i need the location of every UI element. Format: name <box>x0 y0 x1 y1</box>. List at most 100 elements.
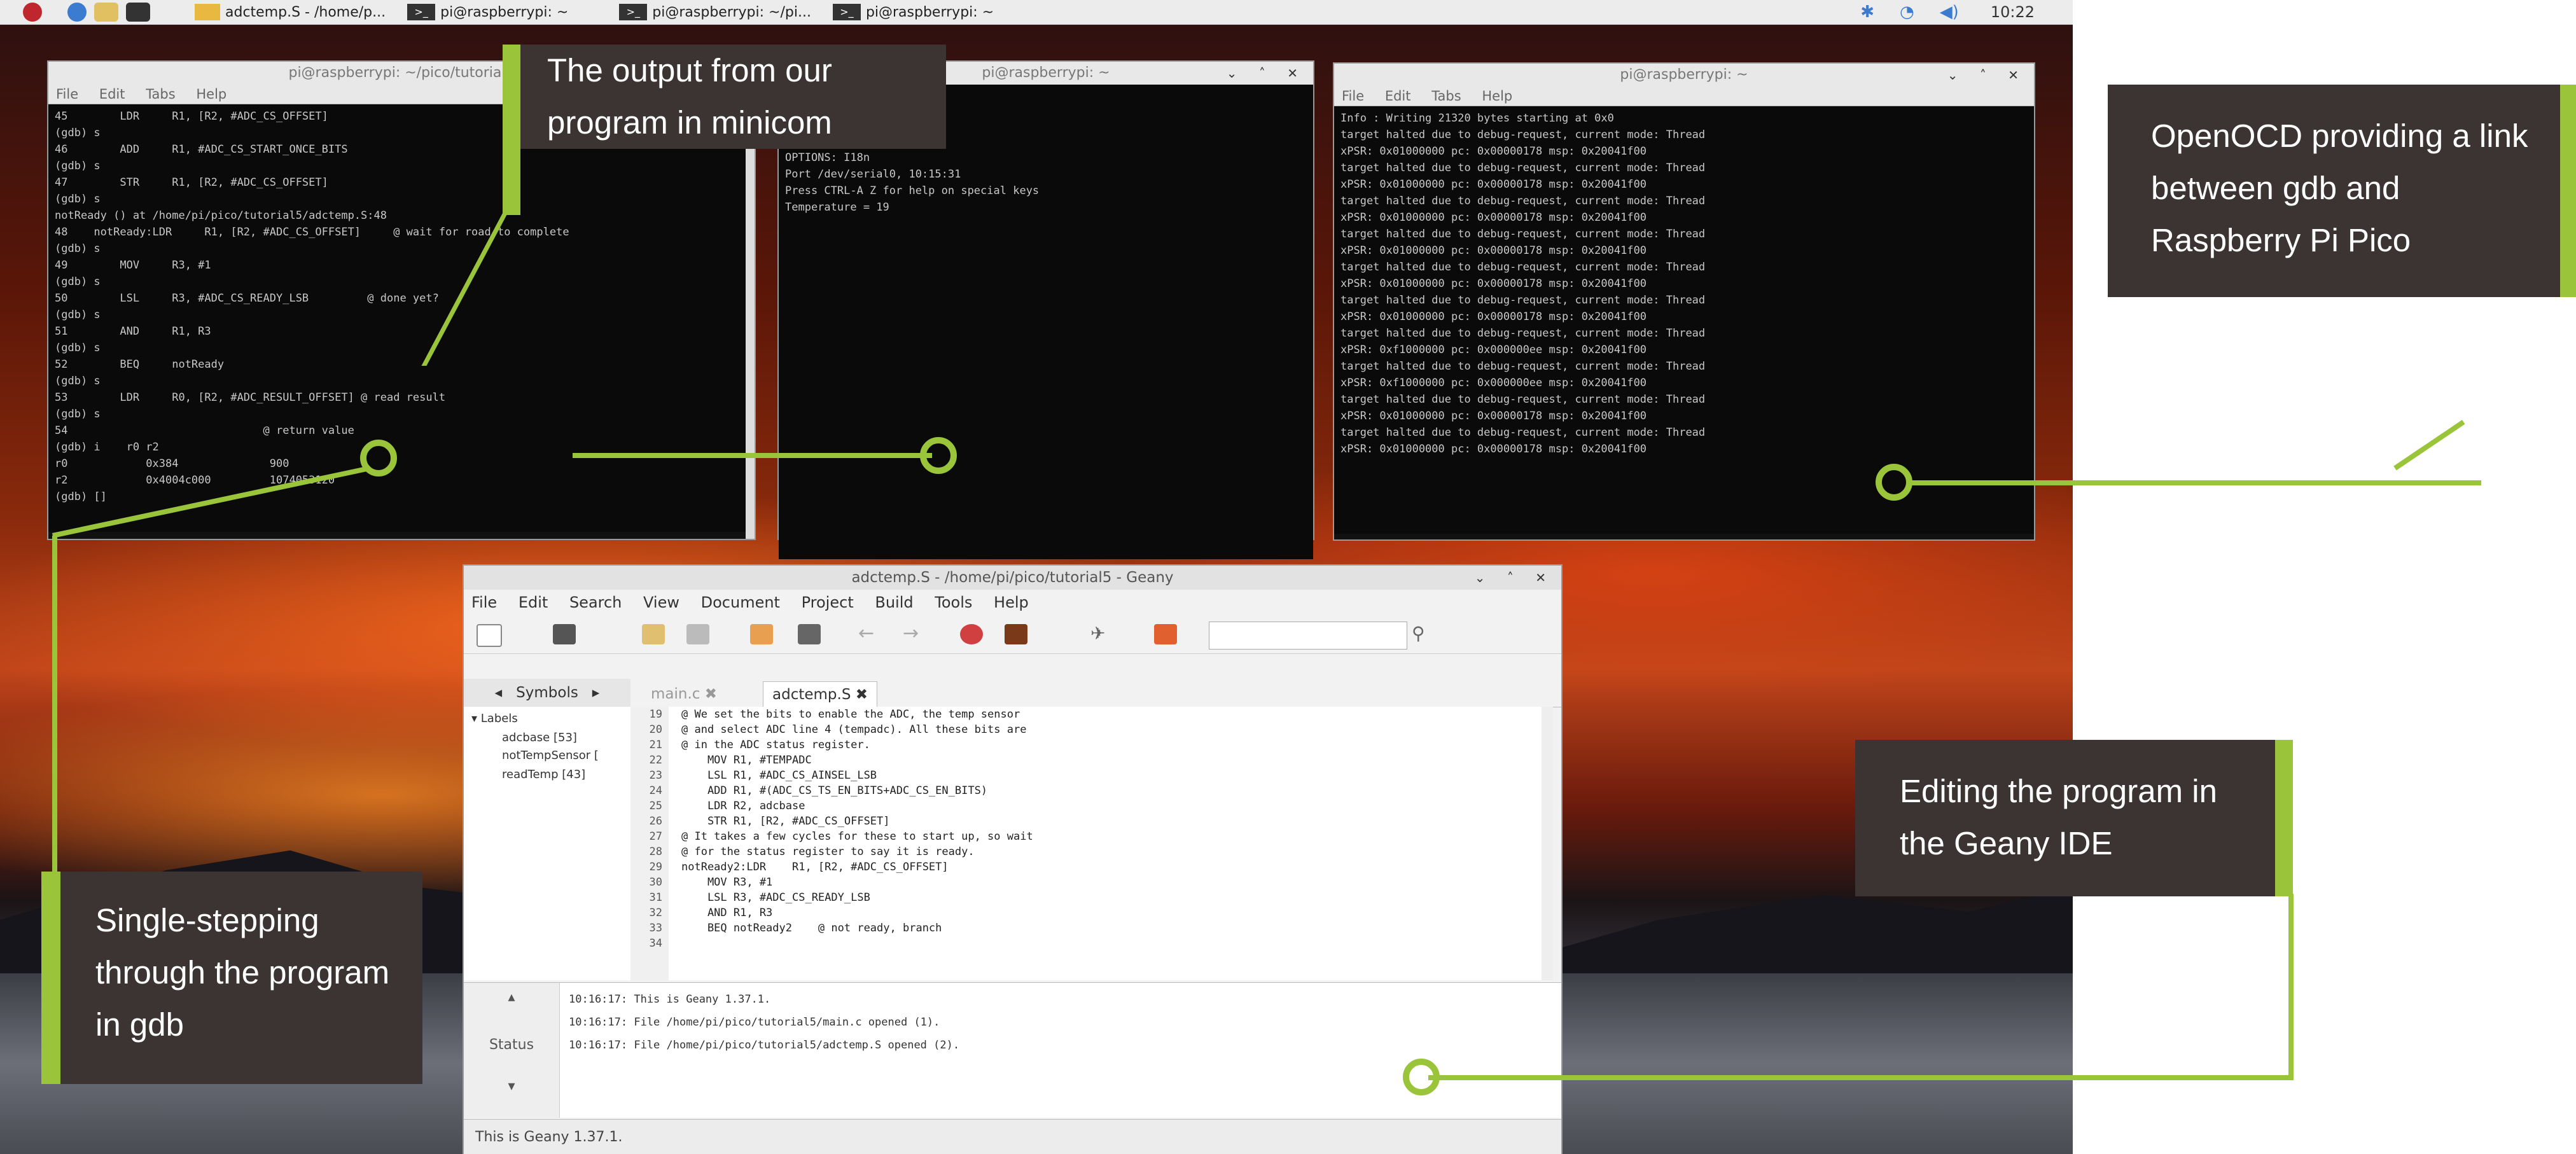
terminal-line: (gdb) s <box>55 309 101 321</box>
open-file-icon[interactable] <box>553 624 576 644</box>
menu-edit[interactable]: Edit <box>99 87 125 102</box>
code-line: @ and select ADC line 4 (tempadc). All t… <box>681 723 1027 736</box>
task-geany[interactable]: adctemp.S - /home/p... <box>188 3 392 22</box>
search-input[interactable] <box>1209 622 1407 650</box>
menu-project[interactable]: Project <box>802 594 854 611</box>
line-numbers: 19 20 21 22 23 24 25 26 27 28 29 30 31 32 33 34 <box>630 707 669 980</box>
code-text[interactable]: @ We set the bits to enable the ADC, the… <box>681 707 1534 980</box>
terminal-line: xPSR: 0x01000000 pc: 0x00000178 msp: 0x2… <box>1340 178 1647 191</box>
code-line: notReady2:LDR R1, [R2, #ADC_CS_OFFSET] <box>681 861 949 873</box>
terminal-line: 54 @ return value <box>55 424 354 437</box>
tab-main-c[interactable]: main.c ✖ <box>642 681 726 707</box>
line-number: 25 <box>649 800 662 812</box>
menu-edit[interactable]: Edit <box>519 594 548 611</box>
tree-item-labels[interactable]: ▾ Labels <box>471 712 518 725</box>
line-number: 28 <box>649 845 662 858</box>
raspberry-menu-icon[interactable] <box>23 3 42 22</box>
save-all-icon[interactable] <box>686 624 709 644</box>
terminal-line: (gdb) [] <box>55 490 107 503</box>
terminal-icon: >_ <box>832 4 861 20</box>
terminal-icon: >_ <box>619 4 648 20</box>
terminal-line: Info : Writing 21320 bytes starting at 0… <box>1340 112 1614 125</box>
revert-icon[interactable] <box>750 624 773 644</box>
terminal-line: (gdb) s <box>55 160 101 172</box>
connector-line <box>573 453 932 458</box>
menu-build[interactable]: Build <box>875 594 913 611</box>
volume-icon[interactable]: ◀) <box>1940 3 1959 22</box>
menu-tabs[interactable]: Tabs <box>1431 88 1461 104</box>
search-icon[interactable]: ⚲ <box>1412 624 1435 644</box>
openocd-output[interactable]: Info : Writing 21320 bytes starting at 0… <box>1334 106 2034 534</box>
forward-icon[interactable]: → <box>903 624 926 644</box>
terminal-line: Temperature = 19 <box>785 201 889 214</box>
terminal-line: xPSR: 0x01000000 pc: 0x00000178 msp: 0x2… <box>1340 277 1647 290</box>
menu-help[interactable]: Help <box>994 594 1029 611</box>
menu-document[interactable]: Document <box>701 594 780 611</box>
task-terminal-3[interactable]: >_ pi@raspberrypi: ~ <box>826 3 1000 22</box>
menu-search[interactable]: Search <box>569 594 622 611</box>
menu-file[interactable]: File <box>471 594 497 611</box>
terminal-icon[interactable] <box>126 3 150 22</box>
line-number: 23 <box>649 769 662 782</box>
terminal-line: (gdb) s <box>55 193 101 205</box>
line-number: 30 <box>649 876 662 889</box>
down-arrow-icon[interactable]: ▾ <box>464 1078 559 1094</box>
line-number: 27 <box>649 830 662 843</box>
menu-help[interactable]: Help <box>1482 88 1512 104</box>
status-messages: 10:16:17: This is Geany 1.37.1. 10:16:17:… <box>569 988 959 1057</box>
task-terminal-2[interactable]: >_ pi@raspberrypi: ~/pi... <box>613 3 818 22</box>
color-chooser-icon[interactable] <box>1154 624 1177 644</box>
line-number: 33 <box>649 922 662 935</box>
browser-icon[interactable] <box>67 3 87 22</box>
tree-item[interactable]: readTemp [43] <box>502 768 585 781</box>
task-terminal-1[interactable]: >_ pi@raspberrypi: ~ <box>401 3 574 22</box>
menu-edit[interactable]: Edit <box>1385 88 1411 104</box>
window-controls[interactable]: ⌄ ˄ ✕ <box>1947 64 2028 87</box>
window-controls[interactable]: ⌄ ˄ ✕ <box>1227 62 1307 85</box>
geany-window[interactable]: adctemp.S - /home/pi/pico/tutorial5 - Ge… <box>463 564 1563 1154</box>
scrollbar[interactable] <box>746 106 755 539</box>
status-tab[interactable]: Status <box>464 1037 559 1053</box>
new-file-icon[interactable] <box>477 624 502 647</box>
menu-file[interactable]: File <box>1342 88 1364 104</box>
bluetooth-icon[interactable]: ✱ <box>1860 3 1874 22</box>
close-icon[interactable] <box>798 624 821 644</box>
build-icon[interactable] <box>1005 624 1027 644</box>
menu-tabs[interactable]: Tabs <box>146 87 176 102</box>
tab-adctemp-s[interactable]: adctemp.S ✖ <box>763 681 878 707</box>
window-title: pi@raspberrypi: ~ ⌄ ˄ ✕ <box>1334 64 2034 87</box>
run-icon[interactable]: ✈ <box>1090 624 1113 644</box>
terminal-line: notReady () at /home/pi/pico/tutorial5/a… <box>55 209 387 222</box>
wifi-icon[interactable]: ◔ <box>1900 3 1914 22</box>
tree-item[interactable]: notTempSensor [ <box>502 749 599 762</box>
tree-item[interactable]: adcbase [53] <box>502 731 577 744</box>
minicom-output[interactable]: n-portWelcome to minicom 2.8OPTIONS: I18… <box>779 85 1313 559</box>
line-number: 26 <box>649 815 662 828</box>
up-arrow-icon[interactable]: ▴ <box>464 989 559 1005</box>
code-line: @ in the ADC status register. <box>681 739 870 751</box>
code-line: MOV R1, #TEMPADC <box>681 754 812 767</box>
code-line: ADD R1, #(ADC_CS_TS_EN_BITS+ADC_CS_EN_BI… <box>681 784 988 797</box>
code-line: @ We set the bits to enable the ADC, the… <box>681 708 1020 721</box>
scrollbar[interactable] <box>1542 707 1553 980</box>
terminal-line: target halted due to debug-request, curr… <box>1340 162 1706 174</box>
code-editor[interactable]: 19 20 21 22 23 24 25 26 27 28 29 30 31 32 33 34 @ We se… <box>630 707 1553 980</box>
callout-bar <box>41 872 60 1084</box>
compile-icon[interactable] <box>960 624 983 644</box>
code-line: LSL R1, #ADC_CS_AINSEL_LSB <box>681 769 877 782</box>
terminal-line: 52 BEQ notReady <box>55 358 225 371</box>
gdb-output[interactable]: 45 LDR R1, [R2, #ADC_CS_OFFSET] (gdb) s 46… <box>48 104 755 532</box>
terminal-line: r2 0x4004c000 1074053120 <box>55 474 335 487</box>
window-controls[interactable]: ⌄ ˄ ✕ <box>1475 566 1555 590</box>
terminal-line: Port /dev/serial0, 10:15:31 <box>785 168 961 181</box>
folder-icon[interactable] <box>94 3 118 22</box>
menu-view[interactable]: View <box>643 594 679 611</box>
openocd-terminal-window[interactable]: pi@raspberrypi: ~ ⌄ ˄ ✕ File Edit Tabs H… <box>1333 62 2035 541</box>
menu-tools[interactable]: Tools <box>935 594 972 611</box>
back-icon[interactable]: ← <box>858 624 881 644</box>
save-icon[interactable] <box>642 624 665 644</box>
menu-file[interactable]: File <box>56 87 78 102</box>
menu-bar: File Edit Search View Document Project B… <box>464 590 1561 615</box>
tab-symbols[interactable]: ◂ Symbols ▸ <box>464 679 630 707</box>
menu-help[interactable]: Help <box>196 87 226 102</box>
